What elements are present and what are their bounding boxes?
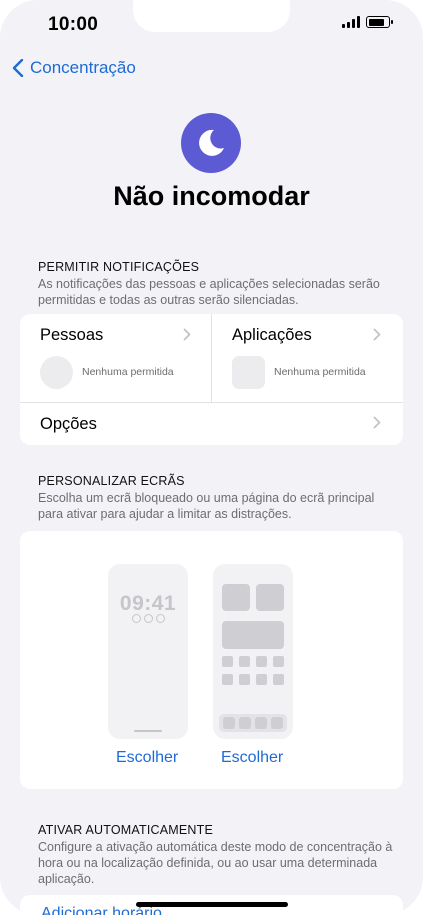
notch <box>133 0 290 32</box>
chevron-right-icon <box>183 328 191 346</box>
section-description: As notificações das pessoas e aplicações… <box>38 277 380 307</box>
battery-level <box>368 18 384 26</box>
section-description: Configure a ativação automática deste mo… <box>38 840 393 886</box>
section-title: ATIVAR AUTOMATICAMENTE <box>38 823 214 837</box>
home-indicator[interactable] <box>136 902 288 907</box>
people-avatar-placeholder <box>40 356 73 389</box>
status-time: 10:00 <box>48 14 99 35</box>
chevron-right-icon <box>373 416 381 434</box>
section-title: PERSONALIZAR ECRÃS <box>38 474 185 488</box>
lock-screen-time: 09:41 <box>119 592 177 615</box>
app-tile <box>239 674 250 685</box>
auto-activate-header: ATIVAR AUTOMATICAMENTE Configure a ativa… <box>38 823 393 887</box>
moon-icon <box>181 113 241 173</box>
app-tile <box>222 656 233 667</box>
dock <box>219 714 287 732</box>
app-tile <box>273 674 284 685</box>
phone-screen: 10:00 Concentração Não incomodar PERMITI… <box>0 0 423 915</box>
dock-app-tile <box>271 717 283 729</box>
app-tile <box>239 656 250 667</box>
widget-tile <box>222 584 250 611</box>
home-bar <box>134 730 162 732</box>
app-tile <box>256 674 267 685</box>
app-tile <box>256 656 267 667</box>
people-cell[interactable]: Pessoas Nenhuma permitida <box>20 314 211 402</box>
dock-app-tile <box>223 717 235 729</box>
choose-home-screen-button[interactable]: Escolher <box>221 749 283 767</box>
customize-screens-card: 09:41 Escolher Escolher <box>20 531 403 789</box>
app-tile <box>222 674 233 685</box>
chevron-left-icon <box>12 59 24 77</box>
back-label: Concentração <box>30 58 136 77</box>
app-icon-placeholder <box>232 356 265 389</box>
widget-tile <box>222 621 284 649</box>
lock-screen-preview[interactable]: 09:41 <box>108 564 188 739</box>
apps-label: Aplicações <box>232 326 312 344</box>
customize-screens-header: PERSONALIZAR ECRÃS Escolha um ecrã bloqu… <box>38 474 393 522</box>
home-screen-preview[interactable] <box>213 564 293 739</box>
people-label: Pessoas <box>40 326 104 344</box>
dock-app-tile <box>255 717 267 729</box>
back-button[interactable]: Concentração <box>12 58 136 78</box>
status-icons <box>342 16 393 28</box>
options-row[interactable]: Opções <box>20 403 403 445</box>
section-title: PERMITIR NOTIFICAÇÕES <box>38 260 200 274</box>
people-status: Nenhuma permitida <box>82 366 174 378</box>
allow-notifications-header: PERMITIR NOTIFICAÇÕES As notificações da… <box>38 260 393 308</box>
dock-app-tile <box>239 717 251 729</box>
apps-cell[interactable]: Aplicações Nenhuma permitida <box>212 314 403 402</box>
apps-status: Nenhuma permitida <box>274 366 366 378</box>
chevron-right-icon <box>373 328 381 346</box>
page-title: Não incomodar <box>113 181 310 211</box>
battery-icon <box>366 16 393 28</box>
options-label: Opções <box>40 415 97 433</box>
section-description: Escolha um ecrã bloqueado ou uma página … <box>38 491 375 521</box>
app-tile <box>273 656 284 667</box>
allow-notifications-card: Pessoas Nenhuma permitida Aplicações Nen… <box>20 314 403 445</box>
choose-lock-screen-button[interactable]: Escolher <box>116 749 178 767</box>
widget-tile <box>256 584 284 611</box>
widget-circles-icon <box>108 614 188 623</box>
cellular-signal-icon <box>342 16 360 28</box>
